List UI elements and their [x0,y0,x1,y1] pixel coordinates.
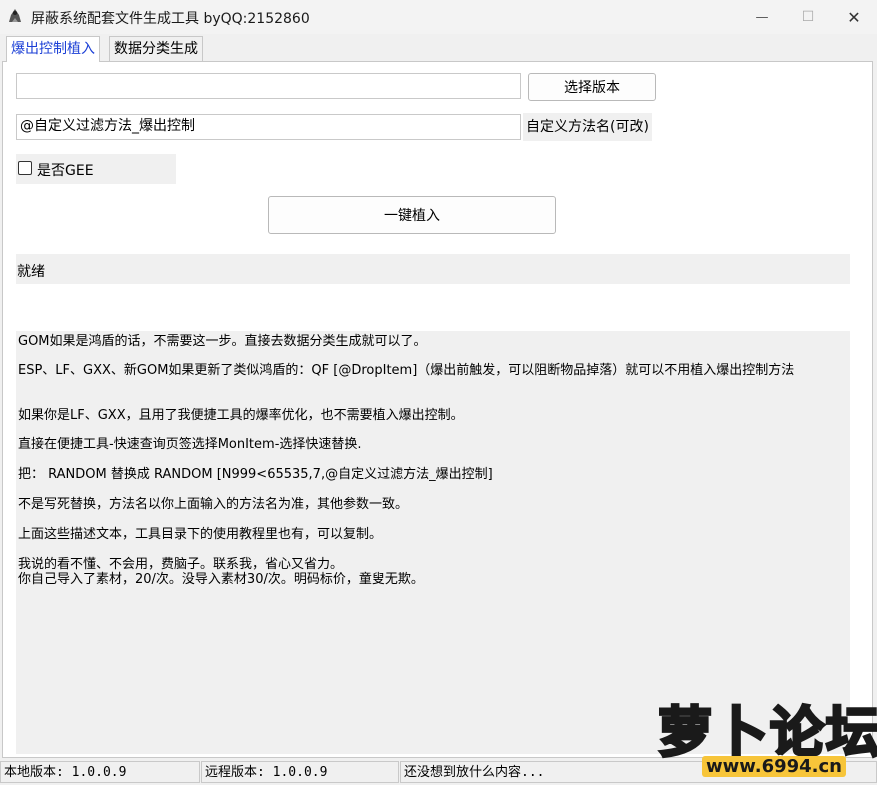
description-line: 上面这些描述文本，工具目录下的使用教程里也有，可以复制。 [18,527,383,542]
watermark-logo: 萝卜论坛 www.6994.cn [628,684,877,784]
status-text: 就绪 [17,264,45,280]
maximize-icon: ☐ [801,9,815,25]
version-path-input[interactable] [16,73,521,99]
method-name-label: 自定义方法名(可改) [523,113,652,141]
close-button[interactable]: ✕ [831,0,877,34]
local-version-status: 本地版本: 1.0.0.9 [0,761,200,783]
description-line: 直接在便捷工具-快速查询页签选择MonItem-选择快速替换. [18,437,362,452]
maximize-button[interactable]: ☐ [785,0,831,34]
minimize-icon: — [755,9,769,25]
description-line: GOM如果是鸿盾的话，不需要这一步。直接去数据分类生成就可以了。 [18,334,427,349]
description-line: ESP、LF、GXX、新GOM如果更新了类似鸿盾的：QF [@DropItem]… [18,363,795,378]
remote-version-status: 远程版本: 1.0.0.9 [201,761,399,783]
tab-drop-control-implant[interactable]: 爆出控制植入 [6,36,100,62]
watermark-url: www.6994.cn [702,756,846,777]
description-line: 把： RANDOM 替换成 RANDOM [N999<65535,7,@自定义过… [18,467,493,482]
tab-data-classify-generate[interactable]: 数据分类生成 [109,36,203,61]
app-window: 屏蔽系统配套文件生成工具 byQQ:2152860 — ☐ ✕ 爆出控制植入 数… [0,0,877,785]
description-line: 如果你是LF、GXX，且用了我便捷工具的爆率优化，也不需要植入爆出控制。 [18,408,464,423]
status-area [16,254,850,284]
select-version-button[interactable]: 选择版本 [528,73,656,101]
gee-checkbox-label[interactable]: 是否GEE [37,160,94,180]
description-line: 你自己导入了素材，20/次。没导入素材30/次。明码标价，童叟无欺。 [18,572,424,587]
gee-checkbox[interactable] [18,161,32,175]
one-click-implant-button[interactable]: 一键植入 [268,196,556,234]
minimize-button[interactable]: — [739,0,785,34]
close-icon: ✕ [847,7,861,27]
description-line: 不是写死替换，方法名以你上面输入的方法名为准，其他参数一致。 [18,497,409,512]
app-logo-icon [9,9,21,22]
method-name-input[interactable]: @自定义过滤方法_爆出控制 [16,114,521,140]
title-bar[interactable]: 屏蔽系统配套文件生成工具 byQQ:2152860 — ☐ ✕ [0,0,877,34]
description-line: 我说的看不懂、不会用，费脑子。联系我，省心又省力。 [18,557,344,572]
window-title: 屏蔽系统配套文件生成工具 byQQ:2152860 [31,11,310,27]
